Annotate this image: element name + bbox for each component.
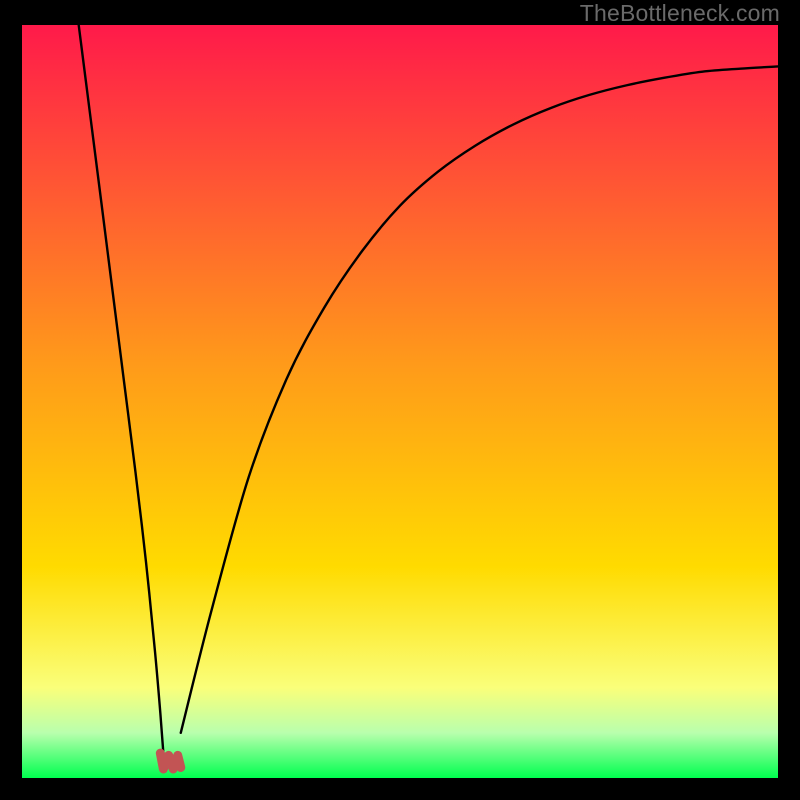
minimum-bump (160, 753, 180, 769)
gradient-background (22, 25, 778, 778)
watermark-text: TheBottleneck.com (580, 0, 780, 27)
plot-area (22, 25, 778, 778)
chart-container: TheBottleneck.com (0, 0, 800, 800)
